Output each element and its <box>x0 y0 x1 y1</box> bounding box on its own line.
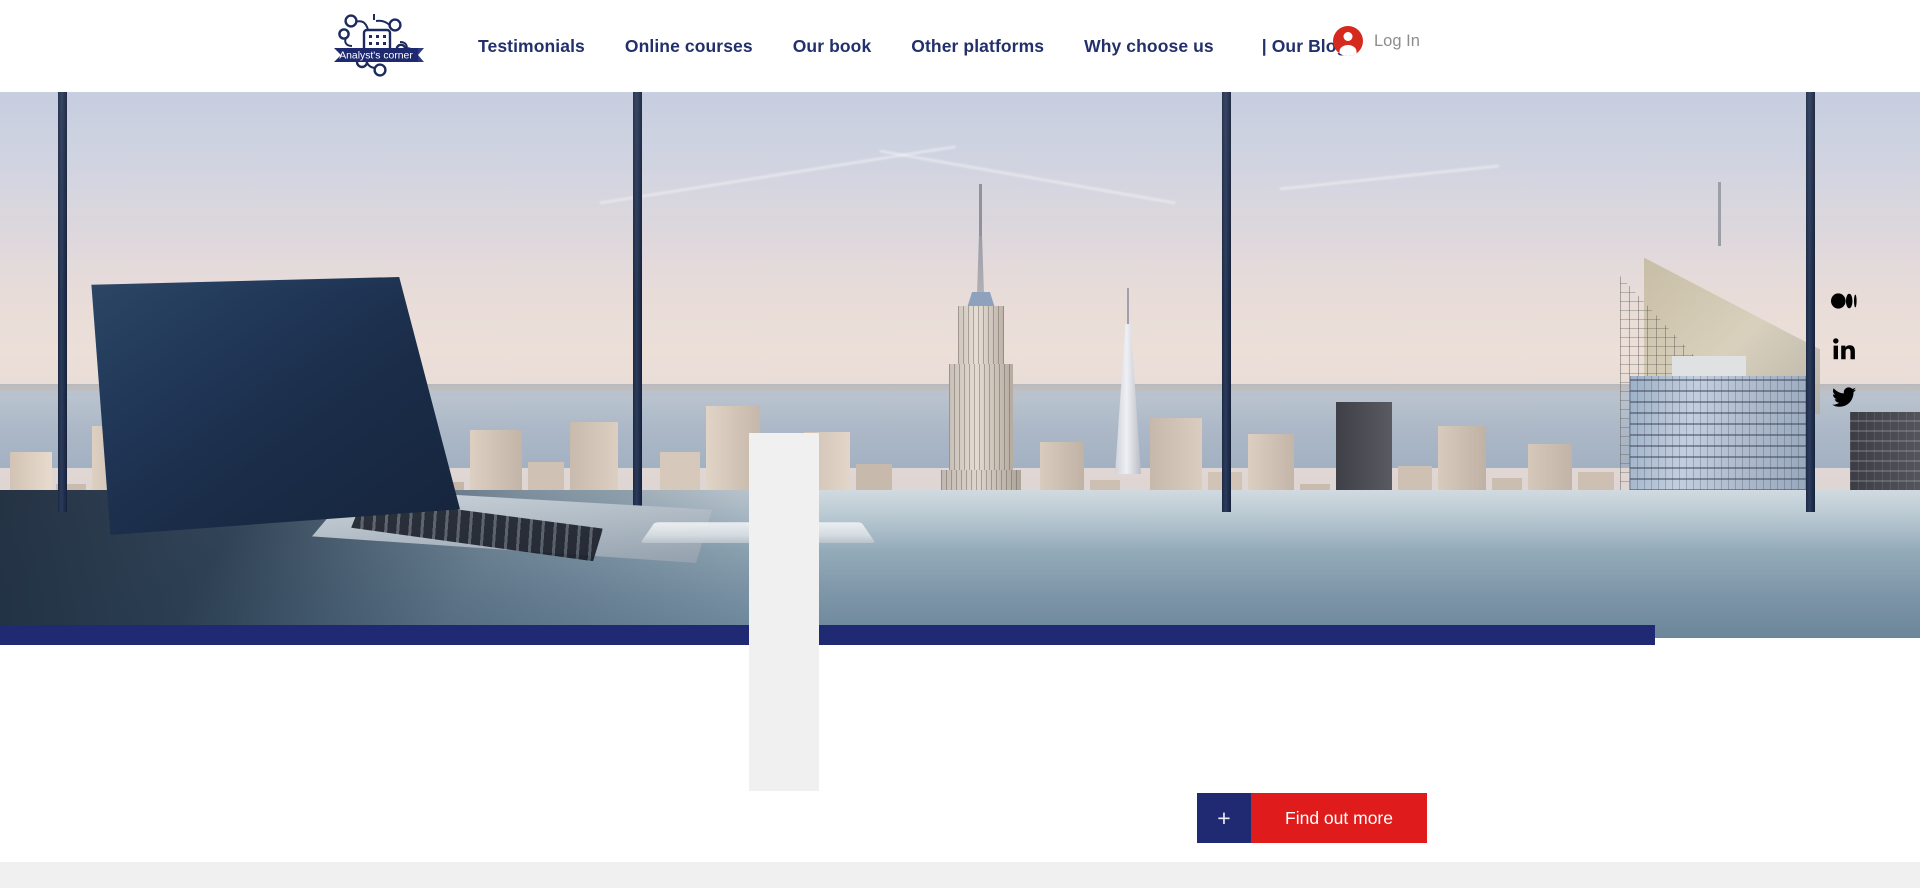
header-inner: Analyst's corner Testimonials Online cou… <box>0 0 1920 92</box>
one-world-trade-center <box>1115 288 1141 474</box>
nav-item-testimonials[interactable]: Testimonials <box>478 0 605 92</box>
content-placeholder <box>749 433 819 791</box>
twitter-icon <box>1832 386 1856 407</box>
login-label: Log In <box>1374 31 1420 50</box>
window-mullion <box>1806 92 1815 512</box>
site-header: Analyst's corner Testimonials Online cou… <box>0 0 1920 92</box>
plus-icon: + <box>1197 793 1251 843</box>
main-navigation: Testimonials Online courses Our book Oth… <box>478 0 1367 92</box>
accent-bar <box>0 625 1655 645</box>
linkedin-icon <box>1833 338 1855 360</box>
social-linkedin-link[interactable] <box>1831 336 1857 362</box>
user-avatar-icon <box>1333 26 1363 56</box>
site-logo[interactable]: Analyst's corner <box>322 8 430 78</box>
window-mullion <box>58 92 67 512</box>
find-out-more-label: Find out more <box>1251 793 1427 843</box>
social-links-bar <box>1827 288 1861 410</box>
content-area <box>0 638 1920 862</box>
hero-banner <box>0 92 1920 638</box>
social-twitter-link[interactable] <box>1831 384 1857 410</box>
nav-item-our-book[interactable]: Our book <box>773 0 892 92</box>
login-button[interactable]: Log In <box>1333 26 1420 56</box>
nav-item-other-platforms[interactable]: Other platforms <box>891 0 1064 92</box>
hero-photo <box>0 92 1920 638</box>
laptop <box>80 277 712 563</box>
footer-strip <box>0 862 1920 888</box>
window-mullion <box>1222 92 1231 512</box>
nav-item-online-courses[interactable]: Online courses <box>605 0 773 92</box>
social-medium-link[interactable] <box>1831 288 1857 314</box>
nav-item-why-choose-us[interactable]: Why choose us <box>1064 0 1234 92</box>
network-building-logo-icon: Analyst's corner <box>334 14 424 77</box>
page-root: Analyst's corner Testimonials Online cou… <box>0 0 1920 888</box>
laptop-lid <box>91 277 460 535</box>
find-out-more-button[interactable]: + Find out more <box>1197 793 1427 843</box>
logo-wordmark: Analyst's corner <box>339 51 413 62</box>
medium-icon <box>1831 293 1857 309</box>
